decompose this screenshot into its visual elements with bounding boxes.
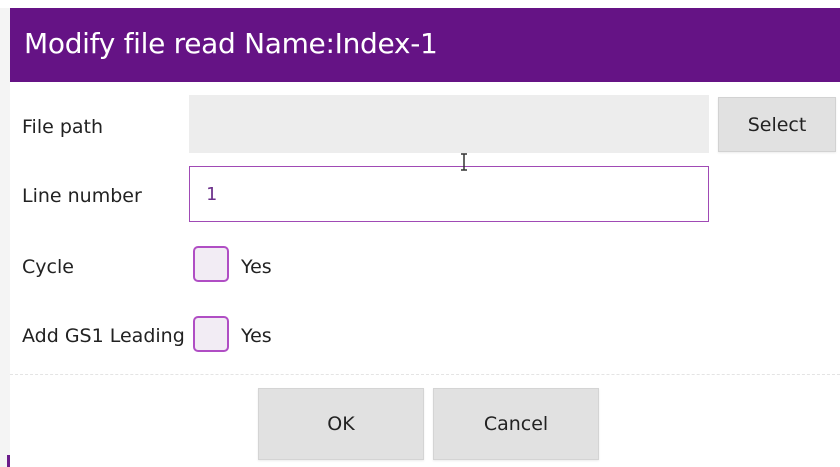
cancel-button[interactable]: Cancel [433,388,599,460]
text-cursor-icon [461,153,467,171]
button-separator [10,374,840,375]
ok-button[interactable]: OK [258,388,424,460]
cycle-yes-label: Yes [241,256,272,278]
add-gs1-leading-checkbox[interactable] [193,316,229,352]
modify-file-read-dialog: Modify file read Name:Index-1 File path … [10,8,840,467]
line-number-field[interactable]: 1 [189,166,709,222]
dialog-title-bar: Modify file read Name:Index-1 [10,8,840,82]
add-gs1-leading-label: Add GS1 Leading [22,325,185,347]
select-file-button[interactable]: Select [718,97,836,152]
file-path-input[interactable] [189,95,709,153]
line-number-value: 1 [206,183,217,205]
cycle-label: Cycle [22,256,74,278]
file-path-label: File path [22,116,104,138]
add-gs1-leading-yes-label: Yes [241,325,272,347]
cycle-checkbox[interactable] [193,246,229,282]
background-strip [0,0,840,8]
dialog-title: Modify file read Name:Index-1 [24,27,438,60]
line-number-label: Line number [22,185,142,207]
